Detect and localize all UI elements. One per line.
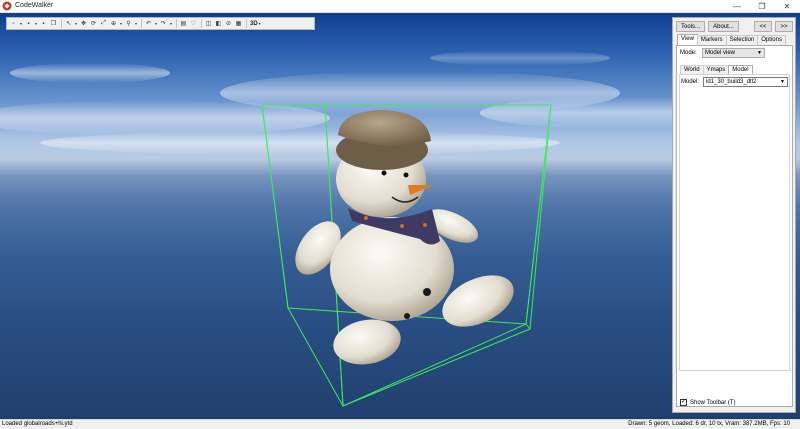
expand-panel-button[interactable]: >> bbox=[775, 21, 793, 32]
toolbar-separator bbox=[201, 19, 202, 28]
subtab-ymaps[interactable]: Ymaps bbox=[702, 65, 730, 74]
mode-3d-button[interactable]: 3D bbox=[250, 21, 258, 27]
heart-icon[interactable]: ♡ bbox=[189, 19, 198, 28]
model-label: Model: bbox=[681, 79, 700, 85]
new-dropdown-icon[interactable]: ▾ bbox=[19, 19, 23, 28]
snap-dropdown-icon[interactable]: ▾ bbox=[134, 19, 138, 28]
toolbar-separator bbox=[176, 19, 177, 28]
redo-dropdown-icon[interactable]: ▾ bbox=[169, 19, 173, 28]
pointer-dropdown-icon[interactable]: ▾ bbox=[74, 19, 78, 28]
info-icon[interactable]: ▤ bbox=[179, 19, 188, 28]
mode-label: Mode: bbox=[680, 50, 697, 56]
model-select[interactable]: id1_30_build3_dtl2 ▼ bbox=[703, 77, 788, 87]
save-icon[interactable]: ▪ bbox=[24, 19, 33, 28]
mode-select-value: Model view bbox=[705, 50, 736, 56]
status-message: Loaded globalroads+hi.ytd bbox=[2, 421, 73, 427]
copy-icon[interactable]: ❐ bbox=[49, 19, 58, 28]
rotate-icon[interactable]: ⟳ bbox=[89, 19, 98, 28]
tab-view[interactable]: View bbox=[677, 34, 698, 45]
minimize-button[interactable]: — bbox=[725, 0, 749, 13]
chevron-down-icon: ▼ bbox=[780, 79, 785, 85]
toolbar-separator bbox=[61, 19, 62, 28]
tab-options[interactable]: Options bbox=[757, 35, 786, 45]
snap-icon[interactable]: ⚲ bbox=[124, 19, 133, 28]
save-dropdown-icon[interactable]: ▾ bbox=[34, 19, 38, 28]
undo-icon[interactable]: ↶ bbox=[144, 19, 153, 28]
camera-icon[interactable]: ◫ bbox=[204, 19, 213, 28]
tab-selection[interactable]: Selection bbox=[725, 35, 759, 45]
toolbar-separator bbox=[141, 19, 142, 28]
view-tab-page: Mode: Model view ▼ World Ymaps Model Mod… bbox=[676, 45, 793, 407]
tools-button[interactable]: Tools... bbox=[676, 21, 705, 32]
show-toolbar-checkbox[interactable]: ✓ bbox=[680, 399, 687, 406]
codewalker-logo-icon bbox=[2, 1, 12, 11]
toolbar-separator bbox=[246, 19, 247, 28]
side-panel: Tools... About... << >> View Markers Sel… bbox=[672, 17, 796, 413]
globe-icon[interactable]: ⊕ bbox=[109, 19, 118, 28]
view-subtabs: World Ymaps Model bbox=[680, 65, 753, 74]
subtab-model[interactable]: Model bbox=[728, 65, 753, 74]
scale-icon[interactable]: ⤢ bbox=[99, 19, 108, 28]
show-toolbar-label: Show Toolbar (T) bbox=[690, 399, 736, 406]
show-toolbar-row[interactable]: ✓ Show Toolbar (T) bbox=[680, 399, 736, 406]
title-bar: CodeWalker — ❐ ✕ bbox=[0, 0, 800, 13]
link-icon[interactable]: ⊘ bbox=[224, 19, 233, 28]
grid-icon[interactable]: ▦ bbox=[234, 19, 243, 28]
panel-tabs: View Markers Selection Options bbox=[677, 34, 786, 45]
screenshot-icon[interactable]: ◧ bbox=[214, 19, 223, 28]
model-select-value: id1_30_build3_dtl2 bbox=[706, 79, 757, 85]
close-button[interactable]: ✕ bbox=[775, 0, 799, 13]
redo-icon[interactable]: ↷ bbox=[159, 19, 168, 28]
render-stats: Drawn: 5 geom, Loaded: 6 dr, 10 tx, Vram… bbox=[628, 421, 790, 427]
pointer-icon[interactable]: ↖ bbox=[64, 19, 73, 28]
undo-dropdown-icon[interactable]: ▾ bbox=[154, 19, 158, 28]
tab-markers[interactable]: Markers bbox=[696, 35, 727, 45]
new-file-icon[interactable]: ▫ bbox=[9, 19, 18, 28]
globe-dropdown-icon[interactable]: ▾ bbox=[119, 19, 123, 28]
maximize-button[interactable]: ❐ bbox=[750, 0, 774, 13]
move-icon[interactable]: ✥ bbox=[79, 19, 88, 28]
mode-3d-dropdown-icon[interactable]: ▾ bbox=[258, 19, 262, 28]
chevron-down-icon: ▼ bbox=[757, 50, 762, 56]
about-button[interactable]: About... bbox=[708, 21, 739, 32]
model-subtab-page: Model: id1_30_build3_dtl2 ▼ bbox=[679, 74, 790, 371]
status-bar: Loaded globalroads+hi.ytd Drawn: 5 geom,… bbox=[0, 419, 800, 429]
save-all-icon[interactable]: ▪ bbox=[39, 19, 48, 28]
subtab-world[interactable]: World bbox=[680, 65, 704, 74]
main-toolbar: ▫ ▾ ▪ ▾ ▪ ❐ ↖ ▾ ✥ ⟳ ⤢ ⊕ ▾ ⚲ ▾ ↶ ▾ ↷ ▾ ▤ … bbox=[6, 17, 315, 30]
collapse-panel-button[interactable]: << bbox=[754, 21, 772, 32]
mode-select[interactable]: Model view ▼ bbox=[702, 48, 765, 58]
window-title: CodeWalker bbox=[15, 2, 54, 9]
